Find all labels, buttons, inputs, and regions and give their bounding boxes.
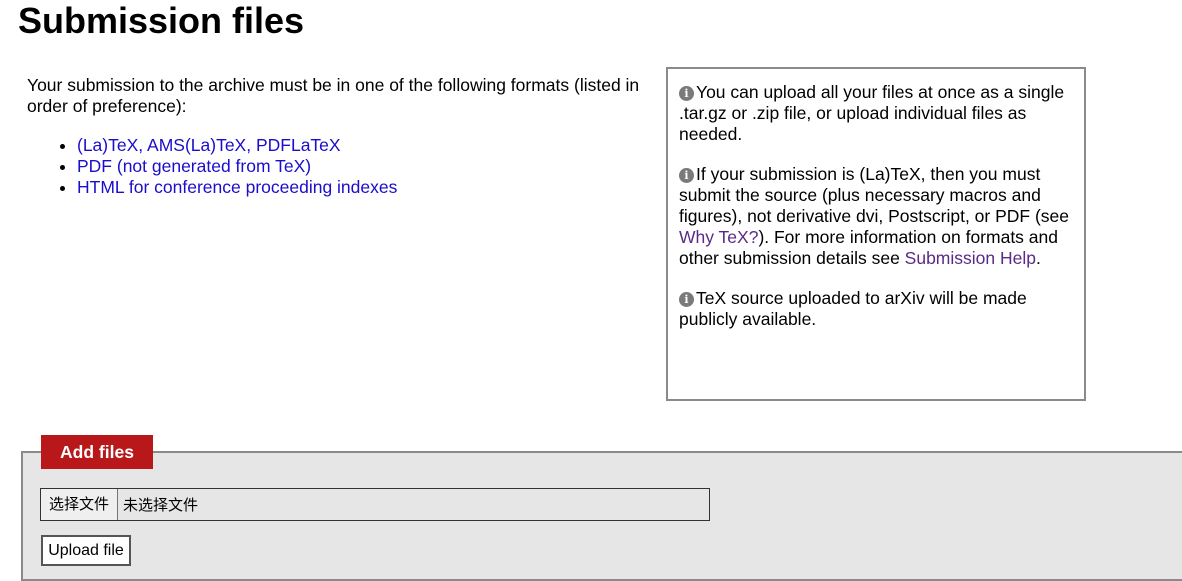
- info-box: i You can upload all your files at once a…: [666, 67, 1086, 401]
- format-link-html[interactable]: HTML for conference proceeding indexes: [77, 177, 397, 197]
- info-paragraph-latex: i If your submission is (La)TeX, then you…: [679, 164, 1084, 269]
- info-text-upload: You can upload all your files at once as…: [679, 82, 1065, 144]
- submission-help-link[interactable]: Submission Help: [905, 248, 1036, 268]
- why-tex-link[interactable]: Why TeX?: [679, 227, 758, 247]
- info-paragraph-public: i TeX source uploaded to arXiv will be ma…: [679, 288, 1084, 330]
- info-paragraph-upload: i You can upload all your files at once a…: [679, 82, 1084, 145]
- page-title: Submission files: [18, 0, 305, 41]
- list-item: PDF (not generated from TeX): [77, 156, 397, 177]
- file-input[interactable]: 选择文件 未选择文件: [40, 488, 710, 521]
- intro-text: Your submission to the archive must be i…: [27, 75, 640, 116]
- format-link-pdf[interactable]: PDF (not generated from TeX): [77, 156, 311, 176]
- info-text-latex-c: .: [1035, 248, 1041, 268]
- info-circle-icon: i: [679, 292, 694, 307]
- no-file-chosen-text: 未选择文件: [123, 496, 199, 514]
- upload-file-button[interactable]: Upload file: [41, 535, 131, 566]
- choose-file-button[interactable]: 选择文件: [41, 489, 119, 520]
- list-item: (La)TeX, AMS(La)TeX, PDFLaTeX: [77, 135, 397, 156]
- info-circle-icon: i: [679, 168, 694, 183]
- list-item: HTML for conference proceeding indexes: [77, 177, 397, 198]
- format-link-latex[interactable]: (La)TeX, AMS(La)TeX, PDFLaTeX: [77, 135, 341, 155]
- formats-list: (La)TeX, AMS(La)TeX, PDFLaTeX PDF (not g…: [58, 135, 397, 198]
- add-files-legend: Add files: [41, 435, 153, 469]
- info-circle-icon: i: [679, 86, 694, 101]
- info-text-public: TeX source uploaded to arXiv will be mad…: [679, 288, 1027, 329]
- info-text-latex-a: If your submission is (La)TeX, then you …: [679, 164, 1069, 226]
